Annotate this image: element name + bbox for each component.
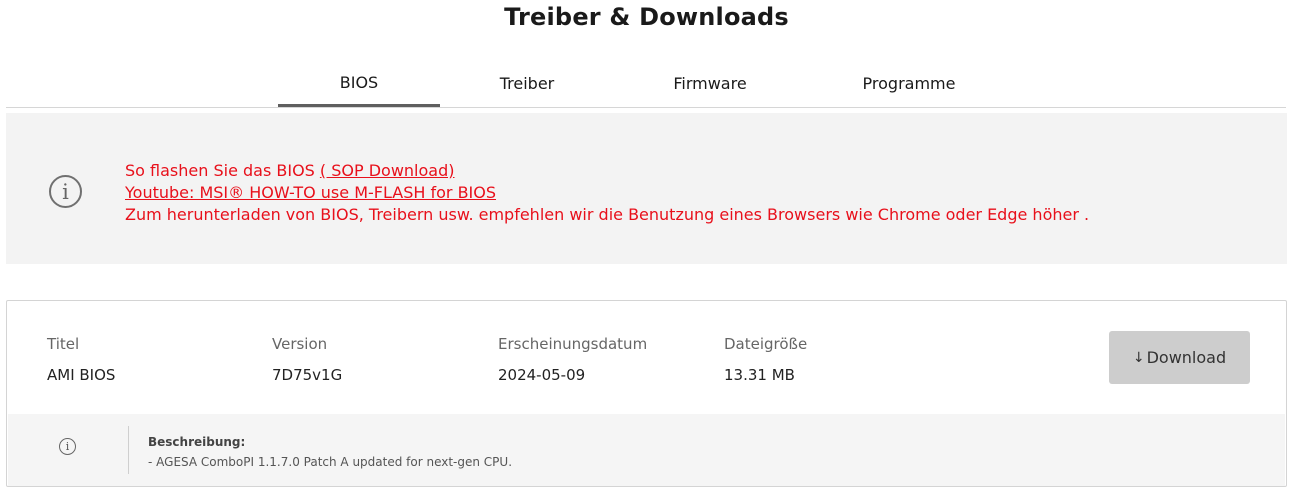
column-label: Version [272,335,328,353]
download-button[interactable]: ↓ Download [1109,331,1250,384]
column-title: Titel AMI BIOS [47,333,115,386]
column-release-date: Erscheinungsdatum 2024-05-09 [498,333,647,386]
sop-download-link[interactable]: ( SOP Download) [320,161,455,180]
column-file-size: Dateigröße 13.31 MB [724,333,807,386]
bios-notice: i So flashen Sie das BIOS ( SOP Download… [6,113,1287,264]
download-label: Download [1146,348,1227,367]
column-label: Titel [47,335,80,353]
notice-lines: So flashen Sie das BIOS ( SOP Download) … [125,160,1089,226]
page-title: Treiber & Downloads [504,3,789,31]
column-version: Version 7D75v1G [272,333,342,386]
tab-programme[interactable]: Programme [844,60,974,107]
column-value: 13.31 MB [724,366,795,384]
column-value: AMI BIOS [47,366,116,384]
tab-treiber[interactable]: Treiber [466,60,588,107]
description-body: - AGESA ComboPI 1.1.7.0 Patch A updated … [148,455,513,469]
tab-bios[interactable]: BIOS [278,60,440,107]
youtube-mflash-link[interactable]: Youtube: MSI® HOW-TO use M-FLASH for BIO… [125,183,496,202]
tab-firmware[interactable]: Firmware [646,60,774,107]
bios-item-card: Titel AMI BIOS Version 7D75v1G Erscheinu… [6,300,1287,487]
notice-browser-recommendation: Zum herunterladen von BIOS, Treibern usw… [125,205,1090,224]
column-label: Dateigröße [724,335,808,353]
notice-line-youtube: Youtube: MSI® HOW-TO use M-FLASH for BIO… [125,182,1089,204]
column-label: Erscheinungsdatum [498,335,648,353]
description-divider [128,426,129,474]
notice-line-sop: So flashen Sie das BIOS ( SOP Download) [125,160,1089,182]
description-title: Beschreibung: [148,435,246,449]
info-icon: i [59,438,76,455]
download-arrow-icon: ↓ [1132,349,1145,366]
notice-sop-text: So flashen Sie das BIOS [125,161,320,180]
column-value: 2024-05-09 [498,366,586,384]
column-value: 7D75v1G [272,366,343,384]
description-panel: i Beschreibung: - AGESA ComboPI 1.1.7.0 … [8,414,1285,486]
description-text: Beschreibung: - AGESA ComboPI 1.1.7.0 Pa… [148,433,512,471]
info-icon: i [49,175,82,208]
tab-bar: BIOS Treiber Firmware Programme [6,60,1286,108]
